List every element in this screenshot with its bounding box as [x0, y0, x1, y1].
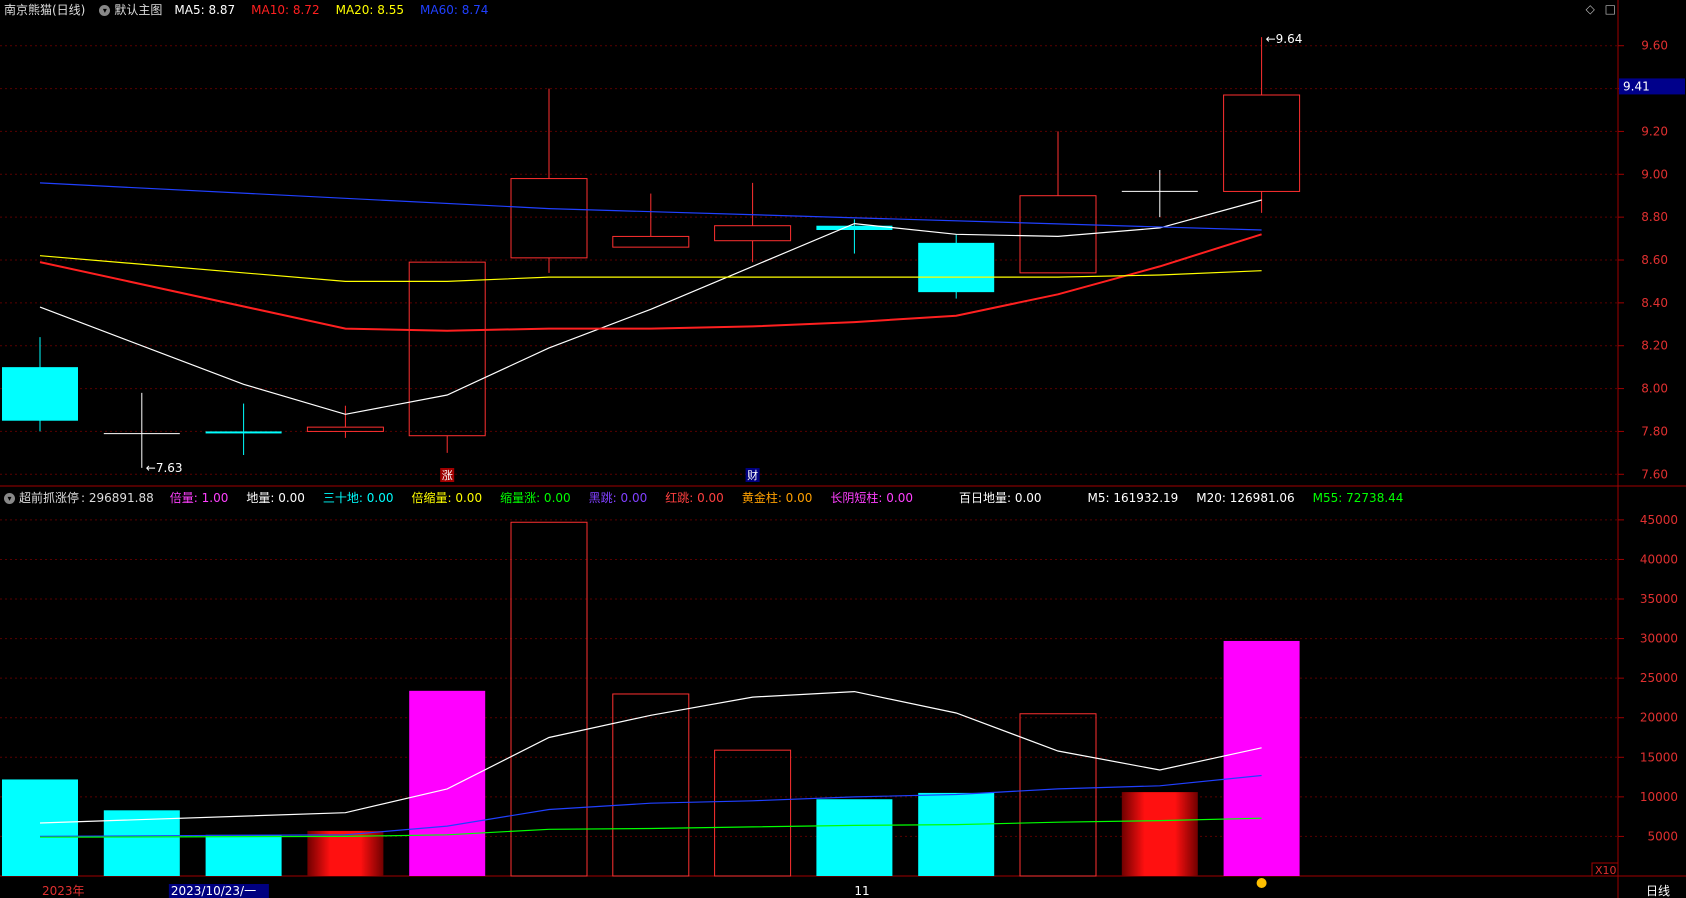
indicator-legend-item: 三十地: 0.00: [322, 491, 394, 505]
diamond-icon[interactable]: ◇: [1586, 2, 1595, 16]
volume-bar: [510, 521, 588, 877]
volume-bar: [1121, 792, 1198, 876]
volume-bar: [1019, 713, 1097, 877]
event-dot-icon: [1256, 878, 1267, 888]
y-tick-label: 8.40: [1641, 296, 1668, 310]
indicator-legend-item: 长阴短柱: 0.00: [830, 491, 913, 505]
x-axis-label: 2023/10/23/一: [171, 884, 256, 898]
volume-bar: [1223, 640, 1300, 876]
stock-chart[interactable]: 9.609.409.209.008.808.608.408.208.007.80…: [0, 0, 1686, 898]
volume-bar: [307, 830, 384, 876]
price-annotation: ←7.63: [146, 461, 183, 475]
candle-body: [2, 367, 78, 421]
dropdown-icon[interactable]: ▾: [99, 4, 111, 16]
volume-bar: [816, 799, 893, 876]
candle-body: [1223, 94, 1301, 192]
ma-legend-ma10: MA10: 8.72: [251, 3, 320, 17]
y-tick-label: 25000: [1640, 671, 1678, 685]
candle-body: [510, 178, 588, 259]
event-marker: 财: [747, 468, 758, 482]
volume-bar: [205, 834, 282, 876]
y-tick-label: 9.20: [1641, 124, 1668, 138]
y-tick-label: 30000: [1640, 632, 1678, 646]
template-name[interactable]: 默认主图: [114, 0, 162, 20]
y-tick-label: 8.60: [1641, 253, 1668, 267]
y-tick-label: 40000: [1640, 552, 1678, 566]
vol-ma-line-m20: [39, 774, 1262, 838]
indicator-legend-item: 红跳: 0.00: [665, 491, 724, 505]
y-tick-label: 15000: [1640, 750, 1678, 764]
candle-body: [918, 242, 995, 293]
indicator-legend-item: 黄金柱: 0.00: [741, 491, 813, 505]
period-label: 日线: [1646, 884, 1670, 898]
candle-body: [205, 431, 282, 434]
indicator-legend-item: 缩量涨: 0.00: [500, 491, 571, 505]
volume-bar: [918, 792, 995, 876]
volume-bar: [714, 749, 792, 877]
vol-ma-line-m55: [39, 817, 1262, 838]
ma-legend-ma20: MA20: 8.55: [335, 3, 405, 17]
indicator-legend-item: 倍量: 1.00: [169, 491, 229, 505]
x-axis-label: 2023年: [42, 884, 85, 898]
y-tick-label: 8.00: [1641, 382, 1668, 396]
square-icon[interactable]: □: [1605, 2, 1616, 16]
current-price-label: 9.41: [1623, 79, 1650, 93]
y-tick-label: 35000: [1640, 592, 1678, 606]
y-tick-label: 9.00: [1641, 167, 1668, 181]
y-tick-label: 45000: [1640, 513, 1678, 527]
volume-bar: [409, 690, 486, 876]
candle-body: [306, 426, 384, 432]
indicator-legend-item: 百日地量: 0.00: [958, 491, 1042, 505]
ma-legend-ma60: MA60: 8.74: [420, 3, 489, 17]
y-tick-label: 7.60: [1641, 467, 1668, 481]
y-tick-label: 9.60: [1641, 39, 1668, 53]
event-marker: 涨: [442, 469, 453, 482]
price-annotation: ←9.64: [1266, 32, 1303, 46]
volume-chart-header: ▾ 超前抓涨停 : 296891.88 倍量: 1.00 地量: 0.00 三十地:…: [0, 488, 1419, 508]
unit-label: X10: [1595, 864, 1617, 877]
indicator-legend-item: M5: 161932.19: [1087, 491, 1179, 505]
indicator-value: : 296891.88: [81, 491, 154, 505]
ma-line-ma10: [39, 233, 1262, 332]
y-tick-label: 8.20: [1641, 339, 1668, 353]
indicator-legend-item: 黑跳: 0.00: [588, 491, 648, 505]
candle-body: [612, 235, 690, 248]
stock-name[interactable]: 南京熊猫(日线): [4, 0, 85, 20]
candle-body: [714, 225, 792, 242]
y-tick-label: 7.80: [1641, 424, 1668, 438]
volume-bar: [2, 779, 78, 876]
dropdown-icon[interactable]: ▾: [4, 492, 15, 504]
indicator-name[interactable]: 超前抓涨停: [19, 488, 79, 508]
main-chart-header: 南京熊猫(日线) ▾ 默认主图 MA5: 8.87 MA10: 8.72 MA20:…: [0, 0, 504, 20]
indicator-legend-item: M55: 72738.44: [1312, 491, 1404, 505]
chart-toolbar: ◇ □: [1580, 2, 1616, 16]
y-tick-label: 8.80: [1641, 210, 1668, 224]
indicator-legend: 倍量: 1.00 地量: 0.00 三十地: 0.00 倍缩量: 0.00 缩量涨: 0…: [162, 488, 1412, 508]
x-axis-label: 11: [854, 884, 869, 898]
y-tick-label: 5000: [1647, 829, 1678, 843]
ma-legend: MA5: 8.87 MA10: 8.72 MA20: 8.55 MA60: 8.74: [170, 0, 496, 20]
indicator-legend-item: M20: 126981.06: [1196, 491, 1295, 505]
y-tick-label: 20000: [1640, 711, 1678, 725]
candle-body: [408, 261, 486, 437]
indicator-legend-item: 地量: 0.00: [246, 491, 305, 505]
y-tick-label: 10000: [1640, 790, 1678, 804]
indicator-legend-item: 倍缩量: 0.00: [411, 491, 483, 505]
ma-legend-ma5: MA5: 8.87: [174, 3, 236, 17]
